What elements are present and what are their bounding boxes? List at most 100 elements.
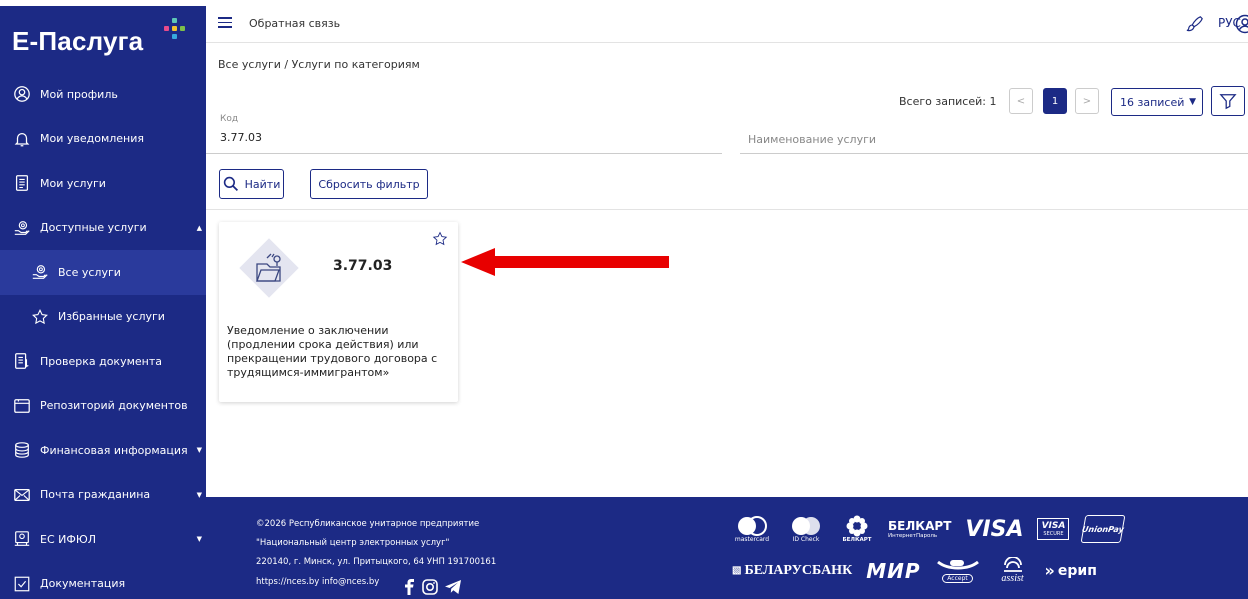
- search-icon: [223, 176, 238, 192]
- code-field-label: Код: [220, 114, 239, 124]
- sidebar-item-label: Мои услуги: [40, 176, 106, 190]
- sidebar-item-available-services[interactable]: Доступные услуги ▲: [0, 206, 206, 251]
- erip-logo: » ерип: [1045, 561, 1097, 580]
- sidebar-item-label: Проверка документа: [40, 354, 162, 368]
- idcheck-logo: ID Check: [786, 516, 826, 543]
- mastercard-logo: mastercard: [732, 515, 772, 543]
- belkart-text: БЕЛКАРТ: [888, 519, 952, 533]
- visa-secure-sub-text: SECURE: [1043, 531, 1064, 537]
- logo-mark-icon: [164, 18, 186, 40]
- find-button-label: Найти: [244, 177, 281, 191]
- service-code: 3.77.03: [333, 258, 393, 274]
- mir-accept-text: Accept: [942, 574, 973, 583]
- belkart-small-text: БЕЛКАРТ: [842, 537, 872, 543]
- sidebar-item-financial-info[interactable]: Финансовая информация ▼: [0, 428, 206, 473]
- mir-logo: МИР: [866, 558, 921, 583]
- sidebar: Е-Паслуга Мой профиль Мои уведомления Мо…: [0, 6, 206, 599]
- sidebar-item-favorite-services[interactable]: Избранные услуги: [0, 294, 206, 339]
- user-account-icon[interactable]: [1235, 14, 1248, 34]
- sidebar-item-label: Избранные услуги: [58, 310, 165, 324]
- mir-accept-logo: Accept: [935, 558, 981, 583]
- footer-contacts[interactable]: https://nces.by info@nces.by: [256, 577, 379, 587]
- per-page-value: 16 записей: [1120, 95, 1185, 109]
- code-input-underline: [206, 153, 722, 154]
- footer-address: 220140, г. Минск, ул. Притыцкого, 64 УНП…: [256, 557, 497, 567]
- services-icon: [12, 218, 32, 238]
- social-links: [402, 579, 462, 595]
- caret-down-icon: ▼: [196, 490, 202, 499]
- sidebar-item-document-check[interactable]: Проверка документа: [0, 339, 206, 384]
- service-name-underline: [740, 153, 1248, 154]
- payment-logos-top: mastercard ID Check БЕЛКАРТ БЕЛКАРТ Инте…: [732, 515, 1126, 543]
- total-records: Всего записей: 1: [899, 95, 997, 108]
- sidebar-item-label: Доступные услуги: [40, 221, 147, 235]
- sidebar-item-label: Все услуги: [58, 265, 121, 279]
- sidebar-item-label: Мой профиль: [40, 87, 118, 101]
- sidebar-item-label: ЕС ИФЮЛ: [40, 532, 96, 546]
- service-name-input[interactable]: Наименование услуги: [748, 133, 876, 146]
- erip-chevron-icon: »: [1044, 561, 1055, 580]
- footer-company: ©2026 Республиканское унитарное предприя…: [256, 519, 480, 529]
- menu-icon[interactable]: [218, 17, 232, 28]
- next-page-button[interactable]: >: [1075, 88, 1099, 114]
- sidebar-item-profile[interactable]: Мой профиль: [0, 72, 206, 117]
- funnel-icon: [1219, 94, 1237, 110]
- site-logo[interactable]: Е-Паслуга: [12, 26, 143, 57]
- facebook-icon[interactable]: [402, 579, 416, 595]
- sidebar-item-label: Почта гражданина: [40, 488, 151, 502]
- bell-icon: [12, 129, 32, 149]
- favorite-star-icon[interactable]: [432, 231, 448, 247]
- star-icon: [30, 307, 50, 327]
- belkart-sub-text: ИнтернетПароль: [888, 533, 938, 539]
- sidebar-nav: Мой профиль Мои уведомления Мои услуги Д…: [0, 72, 206, 599]
- assist-text: assist: [1001, 573, 1024, 584]
- page-1-button[interactable]: 1: [1043, 88, 1067, 114]
- red-arrow-annotation: [461, 248, 669, 276]
- database-icon: [12, 440, 32, 460]
- sidebar-item-my-services[interactable]: Мои услуги: [0, 161, 206, 206]
- idcheck-text: ID Check: [792, 535, 820, 543]
- filter-toggle-button[interactable]: [1211, 86, 1245, 116]
- sidebar-item-label: Репозиторий документов: [40, 399, 188, 413]
- reset-filter-button[interactable]: Сбросить фильтр: [310, 169, 428, 199]
- caret-down-icon: ▼: [196, 446, 202, 454]
- visa-secure-text: VISA: [1041, 521, 1066, 531]
- sidebar-item-citizen-mail[interactable]: Почта гражданина ▼: [0, 473, 206, 518]
- code-input[interactable]: 3.77.03: [220, 131, 262, 144]
- brush-icon[interactable]: [1186, 15, 1204, 33]
- sidebar-item-label: Документация: [40, 577, 126, 591]
- chevron-down-icon: ▼: [1189, 97, 1196, 107]
- services-icon: [30, 262, 50, 282]
- sidebar-item-es-ifyul[interactable]: ЕС ИФЮЛ ▼: [0, 517, 206, 562]
- sidebar-item-notifications[interactable]: Мои уведомления: [0, 117, 206, 162]
- payment-logos-bottom: ▧ БЕЛАРУСБАНК МИР Accept assist » ерип: [732, 557, 1097, 584]
- unionpay-logo: UnionPay: [1081, 515, 1126, 543]
- find-button[interactable]: Найти: [219, 169, 284, 199]
- sidebar-item-documentation[interactable]: Документация: [0, 562, 206, 599]
- document-list-icon: [12, 173, 32, 193]
- mail-icon: [12, 485, 32, 505]
- feedback-link[interactable]: Обратная связь: [249, 17, 340, 30]
- belarusbank-mark-icon: ▧: [732, 565, 742, 576]
- footer-company-name: "Национальный центр электронных услуг": [256, 538, 450, 548]
- checkbox-icon: [12, 574, 32, 594]
- sidebar-item-document-repository[interactable]: Репозиторий документов: [0, 384, 206, 429]
- sidebar-item-label: Мои уведомления: [40, 132, 145, 146]
- folder-icon: [12, 396, 32, 416]
- service-folder-icon: [239, 238, 299, 298]
- belarusbank-logo: ▧ БЕЛАРУСБАНК: [732, 563, 852, 579]
- prev-page-button[interactable]: <: [1009, 88, 1033, 114]
- caret-down-icon: ▼: [196, 535, 202, 543]
- service-card[interactable]: 3.77.03 Уведомление о заключении (продле…: [219, 222, 458, 402]
- instagram-icon[interactable]: [422, 579, 438, 595]
- document-check-icon: [12, 351, 32, 371]
- caret-up-icon: ▲: [196, 223, 202, 232]
- sidebar-item-label: Финансовая информация: [40, 443, 188, 457]
- per-page-select[interactable]: 16 записей ▼: [1111, 88, 1203, 116]
- telegram-icon[interactable]: [444, 579, 462, 595]
- belarusbank-text: БЕЛАРУСБАНК: [744, 562, 853, 578]
- erip-text: ерип: [1057, 562, 1097, 579]
- footer: ©2026 Республиканское унитарное предприя…: [206, 497, 1248, 599]
- user-circle-icon: [12, 84, 32, 104]
- sidebar-item-all-services[interactable]: Все услуги: [0, 250, 206, 295]
